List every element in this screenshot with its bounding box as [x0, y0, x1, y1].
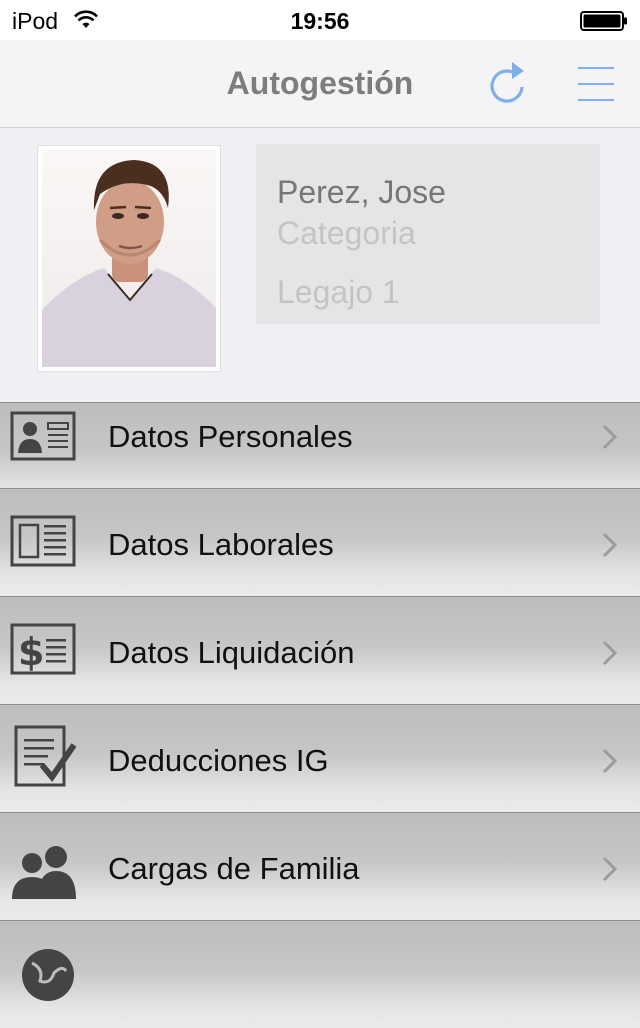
menu-item-label: Datos Laborales [108, 527, 334, 562]
menu-list: Datos Personales Datos Laborales $ Datos… [0, 402, 640, 1028]
menu-item-label: Deducciones IG [108, 743, 329, 778]
chevron-right-icon [602, 532, 618, 558]
checklist-icon [14, 725, 77, 787]
menu-item-label: Cargas de Familia [108, 851, 360, 886]
dollar-card-icon: $ [10, 623, 76, 675]
profile-photo-frame [37, 145, 221, 372]
employee-legajo: Legajo 1 [277, 274, 400, 310]
document-card-icon [10, 515, 76, 567]
svg-text:$: $ [18, 630, 44, 674]
navigation-bar: Autogestión [0, 40, 640, 128]
menu-item-datos-liquidacion[interactable]: $ Datos Liquidación [0, 596, 640, 704]
hamburger-menu-icon[interactable] [576, 64, 616, 104]
profile-photo [42, 150, 216, 367]
menu-item-deducciones-ig[interactable]: Deducciones IG [0, 704, 640, 812]
people-icon [12, 846, 76, 899]
refresh-icon[interactable] [484, 58, 530, 108]
status-bar: iPod 19:56 [0, 0, 640, 40]
employee-name: Perez, Jose [277, 174, 446, 210]
chevron-right-icon [602, 640, 618, 666]
chevron-right-icon [602, 856, 618, 882]
globe-icon [22, 949, 74, 1001]
employee-category: Categoria [277, 215, 416, 251]
menu-item-datos-laborales[interactable]: Datos Laborales [0, 488, 640, 596]
employee-info-card: Perez, Jose Categoria Legajo 1 [256, 144, 600, 324]
menu-item-label: Datos Liquidación [108, 635, 355, 670]
id-card-icon [10, 411, 76, 461]
menu-item-cargas-de-familia[interactable]: Cargas de Familia [0, 812, 640, 920]
chevron-right-icon [602, 424, 618, 450]
menu-item-label: Datos Personales [108, 419, 353, 454]
menu-item-partial[interactable] [0, 920, 640, 1028]
page-title: Autogestión [226, 65, 414, 101]
clock: 19:56 [290, 8, 350, 34]
profile-section: Perez, Jose Categoria Legajo 1 [0, 128, 640, 402]
battery-icon [580, 11, 627, 31]
chevron-right-icon [602, 748, 618, 774]
